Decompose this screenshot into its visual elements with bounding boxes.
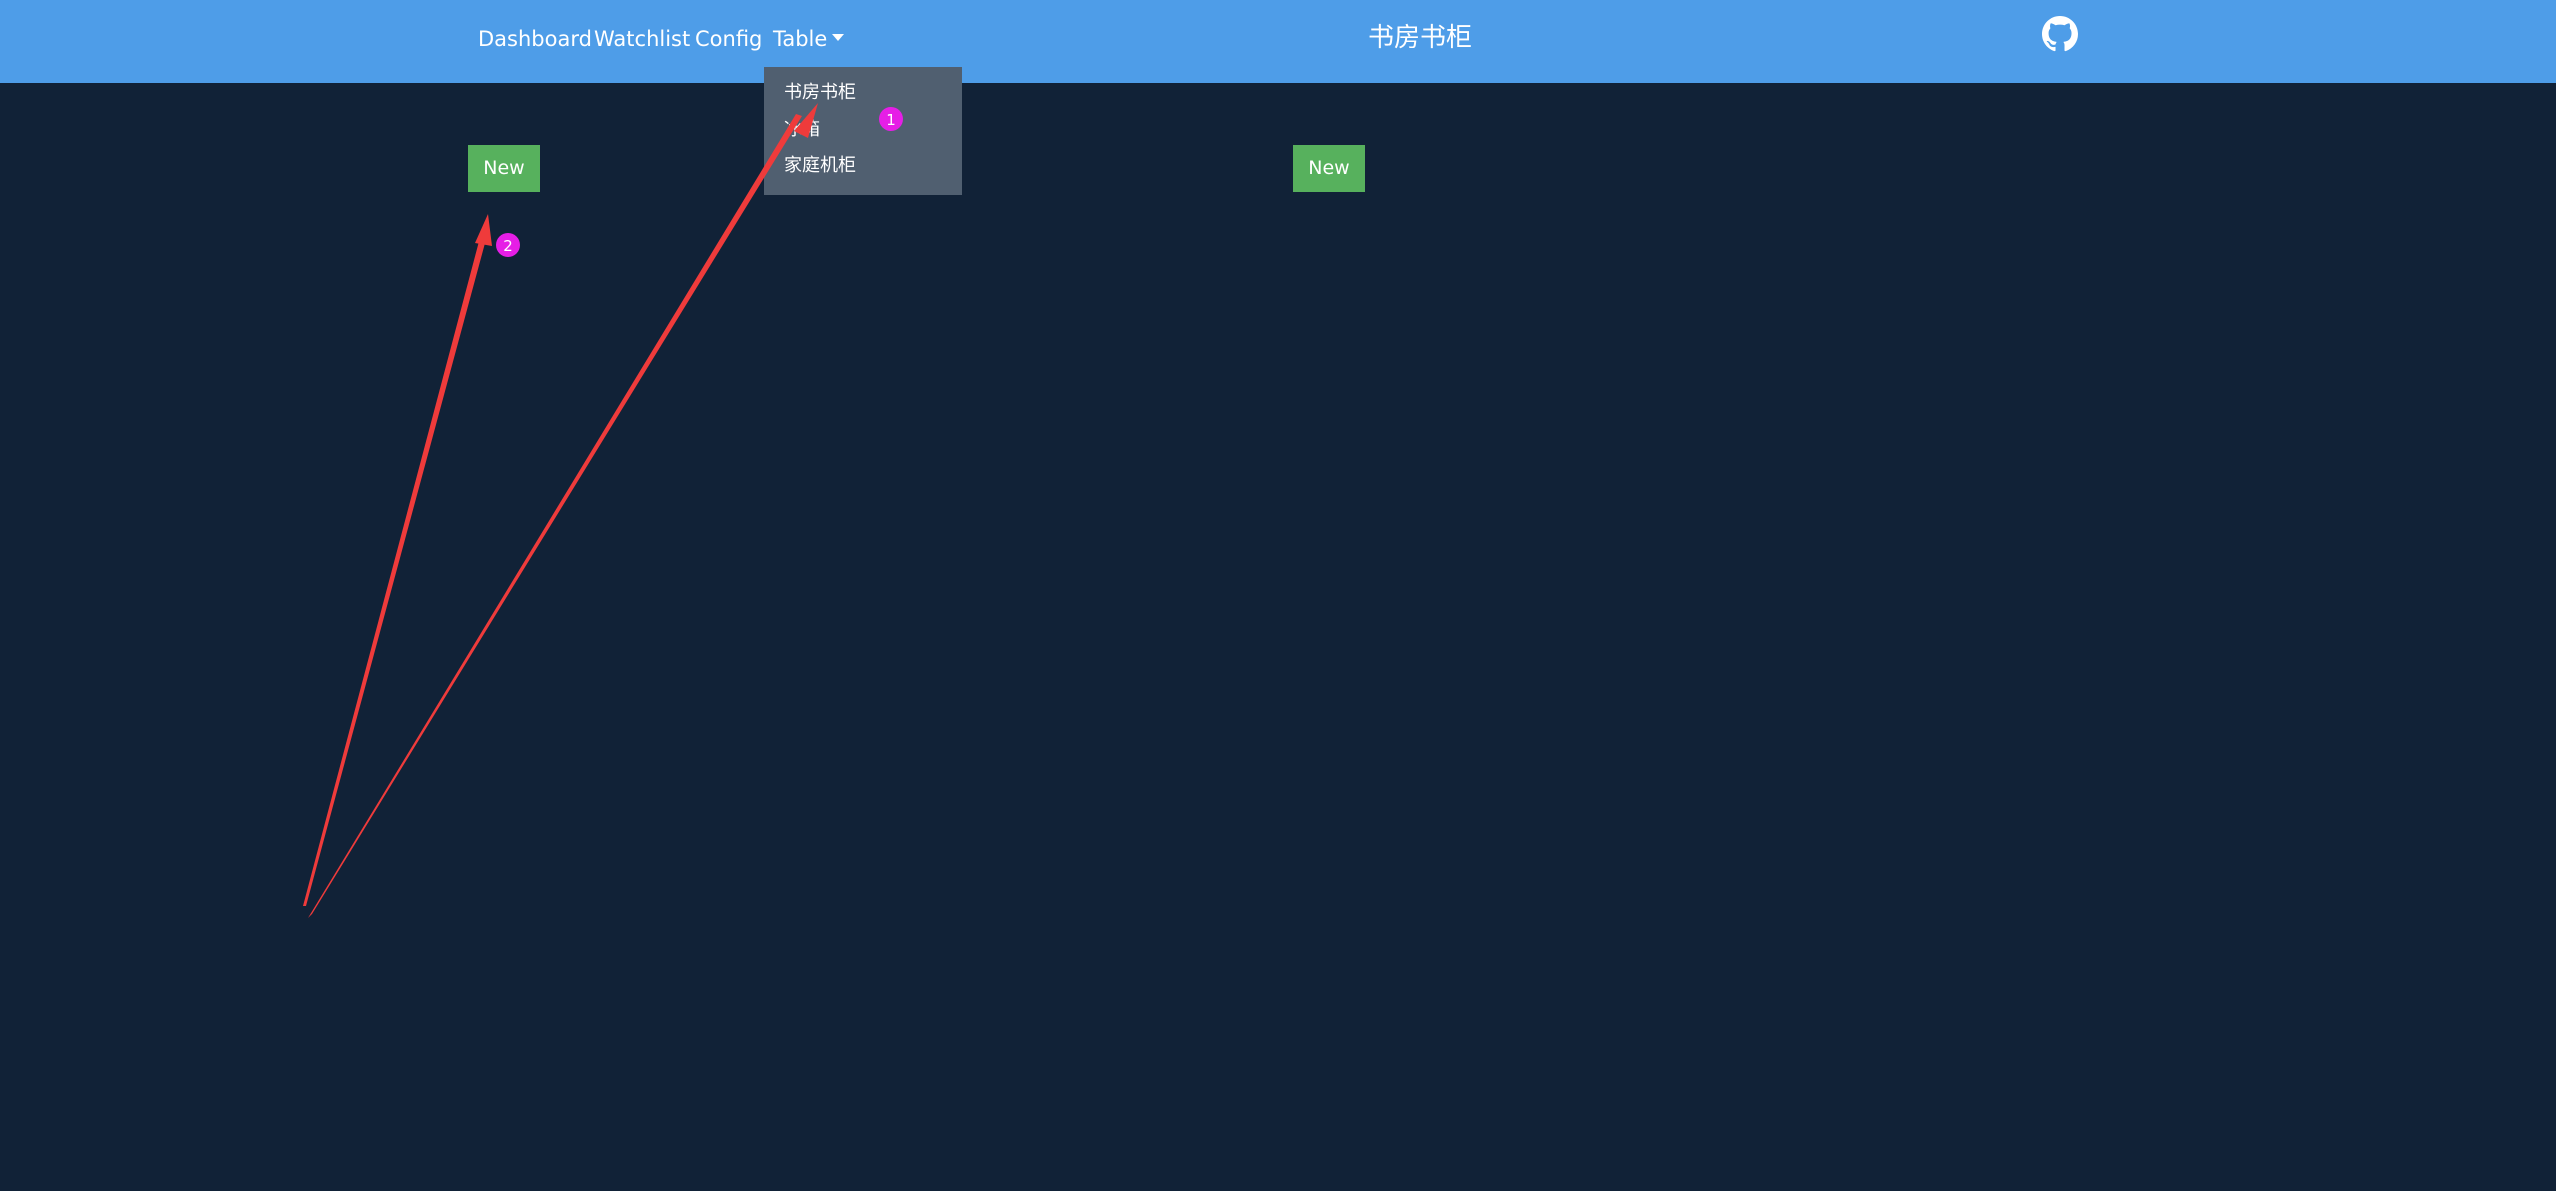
annotation-marker-2 [496,233,520,257]
annotation-arrow-2 [303,230,488,906]
new-button-left[interactable]: New [468,145,540,192]
github-icon-svg [2042,16,2078,52]
annotation-overlay: 1 2 [303,103,903,918]
nav-config-link[interactable]: Config [695,26,762,52]
top-navbar: Dashboard Watchlist Config Table 书房书柜 [0,0,2556,83]
github-icon[interactable] [2042,16,2078,52]
annotation-arrow-1 [308,114,802,918]
dropdown-item-home-cabinet[interactable]: 家庭机柜 [784,154,856,178]
nav-table-dropdown-toggle[interactable]: Table [773,26,845,52]
caret-down-icon [832,33,845,41]
annotation-arrowhead-2 [475,214,492,246]
new-button-right[interactable]: New [1293,145,1365,192]
annotation-marker-2-label: 2 [503,237,513,255]
table-dropdown-menu: 书房书柜 冰箱 家庭机柜 [764,67,962,195]
page-title: 书房书柜 [1367,23,1472,53]
dropdown-item-fridge[interactable]: 冰箱 [784,118,820,142]
dropdown-item-study-bookcase[interactable]: 书房书柜 [784,81,856,105]
nav-table-label: Table [773,27,828,51]
nav-dashboard-link[interactable]: Dashboard [478,26,592,52]
nav-watchlist-link[interactable]: Watchlist [594,26,690,52]
